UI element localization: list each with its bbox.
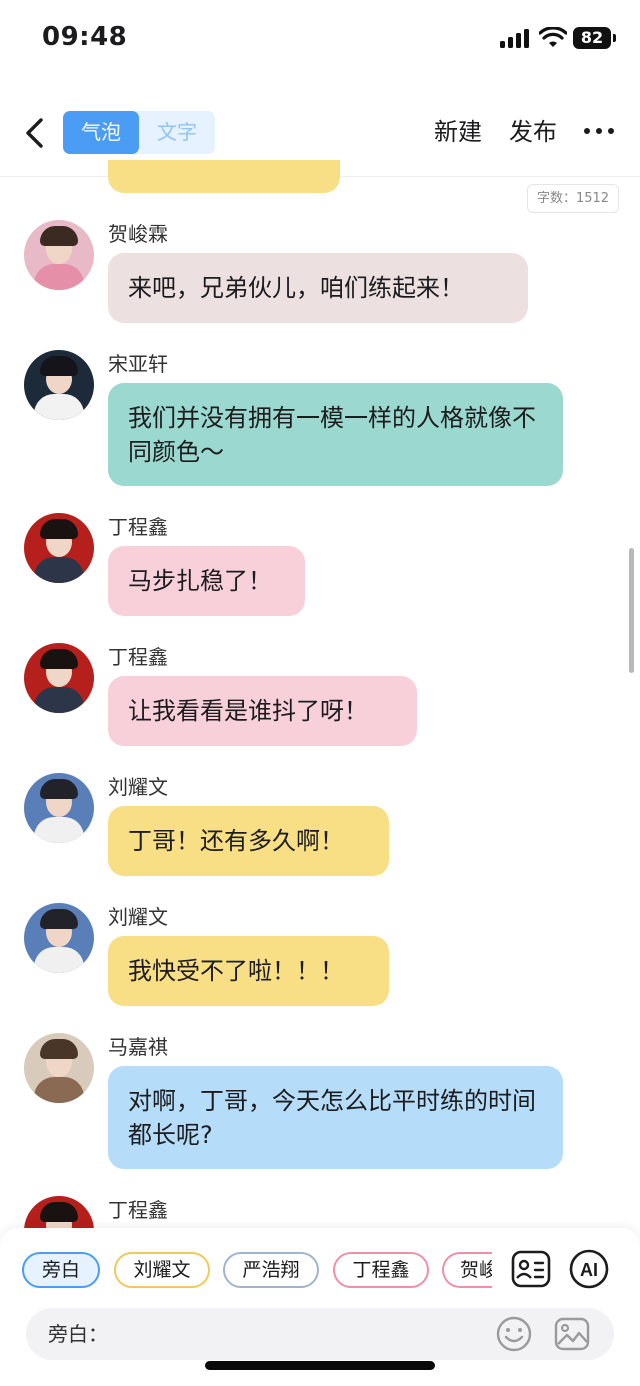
avatar[interactable] <box>24 220 94 290</box>
sender-name: 马嘉祺 <box>108 1035 168 1059</box>
sender-name: 刘耀文 <box>108 775 168 799</box>
battery-icon: 82 <box>573 27 611 49</box>
avatar[interactable] <box>24 513 94 583</box>
sender-name: 丁程鑫 <box>108 645 168 669</box>
message-bubble[interactable]: 马步扎稳了！ <box>108 546 305 616</box>
cellular-signal-icon <box>500 28 532 48</box>
word-count-badge: 字数：1512 <box>527 184 619 213</box>
character-chip[interactable]: 丁程鑫 <box>333 1252 429 1288</box>
avatar[interactable] <box>24 773 94 843</box>
more-dots-icon[interactable] <box>584 128 614 138</box>
message-bubble-partial[interactable] <box>108 160 340 193</box>
character-chip[interactable]: 贺峻霖 <box>442 1252 492 1288</box>
tab-text[interactable]: 文字 <box>139 111 215 154</box>
character-chip[interactable]: 刘耀文 <box>114 1252 210 1288</box>
publish-button[interactable]: 发布 <box>509 114 557 150</box>
home-indicator <box>205 1361 435 1370</box>
status-time: 09:48 <box>42 22 128 52</box>
sender-name: 丁程鑫 <box>108 515 168 539</box>
avatar[interactable] <box>24 903 94 973</box>
character-card-icon[interactable] <box>510 1248 552 1290</box>
avatar[interactable] <box>24 350 94 420</box>
sender-name: 贺峻霖 <box>108 222 168 246</box>
message-input[interactable]: 旁白： <box>26 1308 614 1360</box>
wifi-icon <box>539 27 567 47</box>
image-icon[interactable] <box>552 1314 592 1354</box>
message-bubble[interactable]: 让我看看是谁抖了呀！ <box>108 676 417 746</box>
message-bubble[interactable]: 丁哥！还有多久啊！ <box>108 806 389 876</box>
message-bubble[interactable]: 来吧，兄弟伙儿，咱们练起来！ <box>108 253 528 323</box>
chevron-left-icon[interactable] <box>18 112 58 154</box>
tab-bubble[interactable]: 气泡 <box>63 111 139 154</box>
battery-cap <box>613 34 616 42</box>
message-bubble[interactable]: 我们并没有拥有一模一样的人格就像不同颜色～ <box>108 383 563 486</box>
input-role-label: 旁白： <box>48 1322 108 1346</box>
new-button[interactable]: 新建 <box>434 114 482 150</box>
sender-name: 丁程鑫 <box>108 1198 168 1222</box>
message-bubble[interactable]: 对啊，丁哥，今天怎么比平时练的时间都长呢? <box>108 1066 563 1169</box>
scrollbar[interactable] <box>629 548 634 673</box>
sender-name: 刘耀文 <box>108 905 168 929</box>
character-chip[interactable]: 严浩翔 <box>223 1252 319 1288</box>
character-chip-narrator[interactable]: 旁白 <box>22 1252 100 1288</box>
mode-segmented-control: 气泡 文字 <box>63 111 215 154</box>
avatar[interactable] <box>24 1033 94 1103</box>
message-bubble[interactable]: 我快受不了啦！！！ <box>108 936 389 1006</box>
sender-name: 宋亚轩 <box>108 352 168 376</box>
ai-icon[interactable]: AI <box>568 1248 610 1290</box>
status-bar: 09:48 82 <box>0 0 640 80</box>
smiley-icon[interactable] <box>494 1314 534 1354</box>
avatar[interactable] <box>24 643 94 713</box>
svg-text:AI: AI <box>580 1260 598 1280</box>
